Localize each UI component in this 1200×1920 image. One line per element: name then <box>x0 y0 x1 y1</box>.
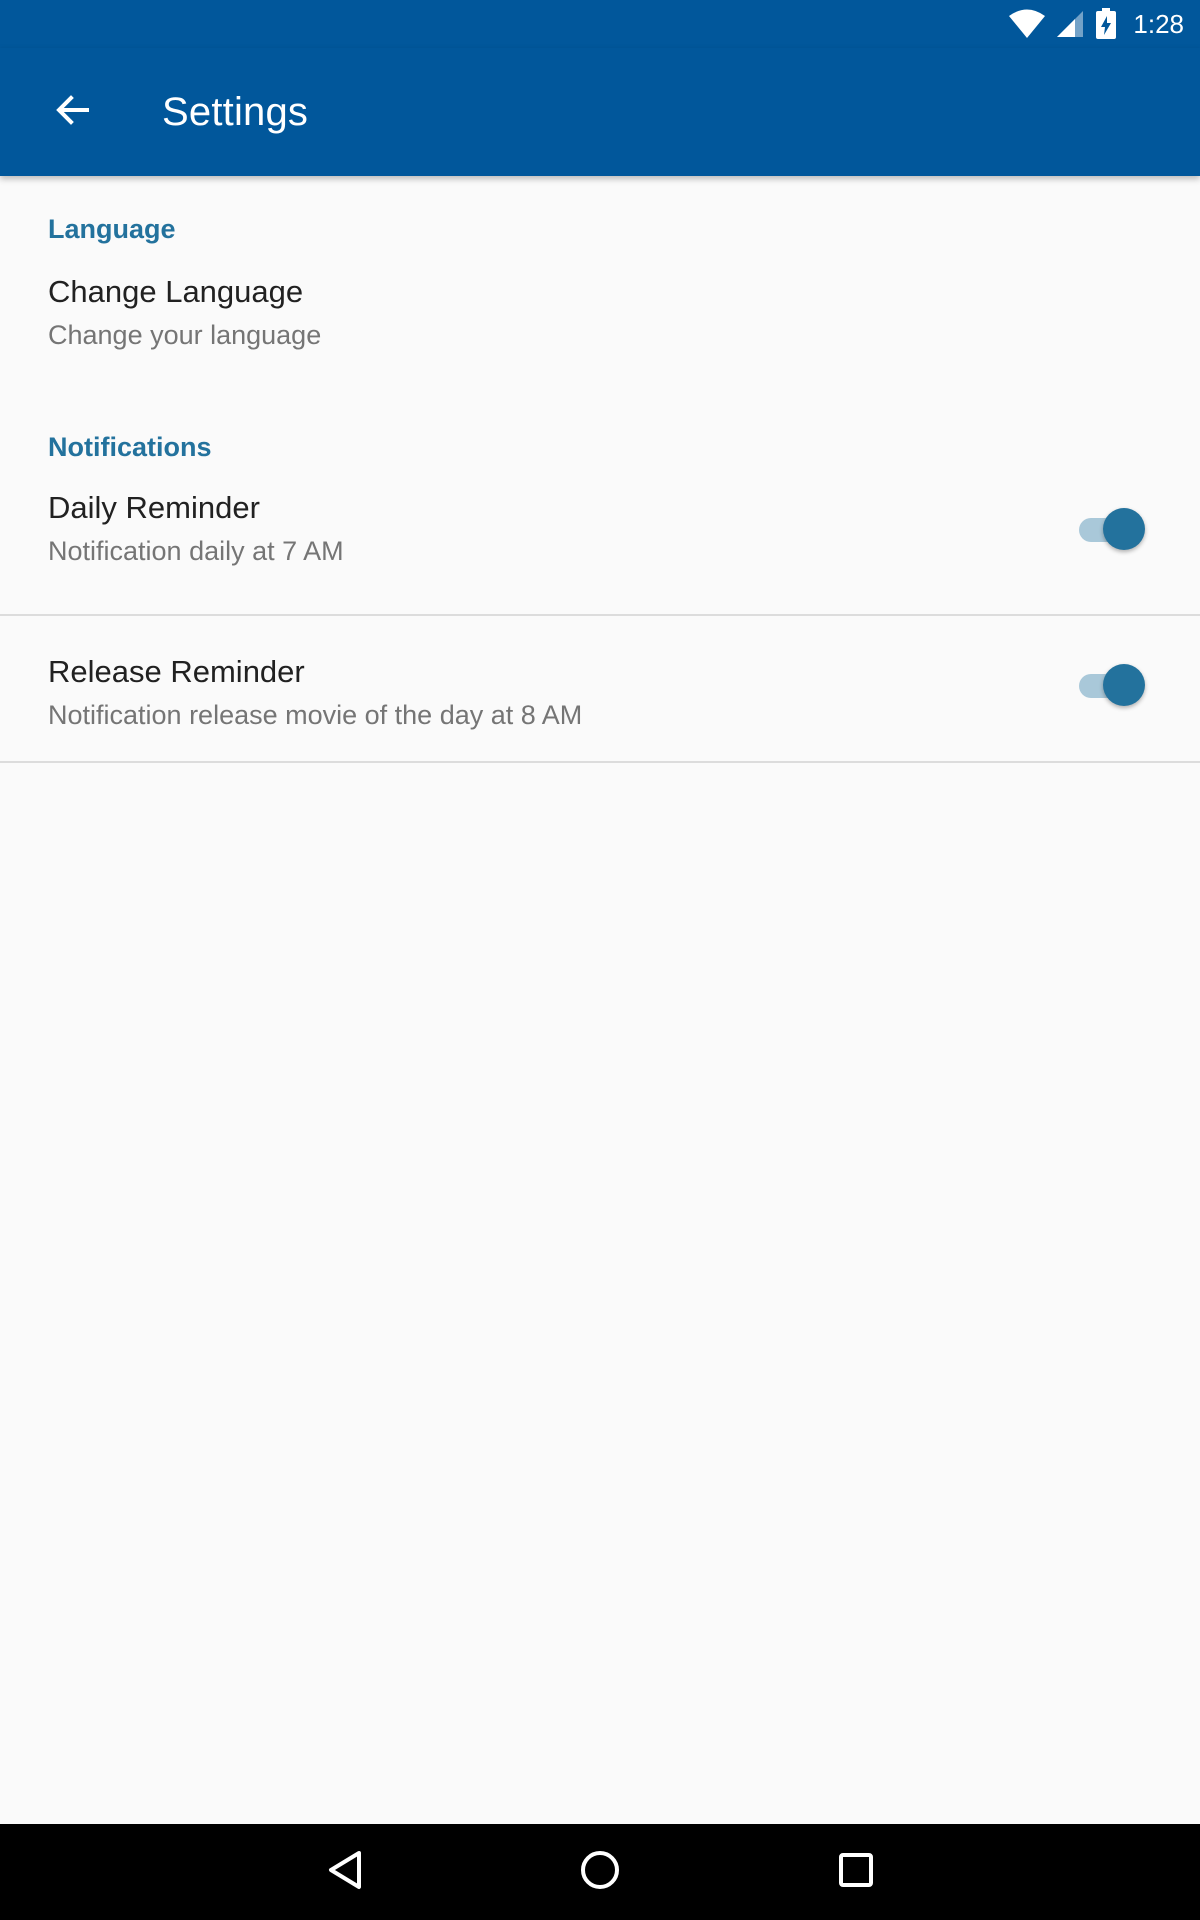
nav-recents-icon <box>837 1851 875 1894</box>
pref-daily-reminder[interactable]: Daily Reminder Notification daily at 7 A… <box>0 480 1200 616</box>
settings-list: Language Change Language Change your lan… <box>0 176 1200 763</box>
pref-summary: Change your language <box>48 320 322 350</box>
wifi-icon <box>1009 9 1046 39</box>
status-time: 1:28 <box>1133 8 1184 39</box>
nav-back-icon <box>325 1849 365 1896</box>
pref-title: Change Language <box>48 274 304 309</box>
status-bar: 1:28 <box>0 0 1200 48</box>
nav-home-icon <box>579 1849 621 1896</box>
pref-summary: Notification daily at 7 AM <box>48 536 344 566</box>
pref-change-language[interactable]: Change Language Change your language <box>0 264 1200 396</box>
battery-charging-icon <box>1095 8 1117 40</box>
daily-reminder-switch[interactable] <box>1079 508 1145 552</box>
release-reminder-switch[interactable] <box>1079 664 1145 708</box>
pref-title: Daily Reminder <box>48 490 260 525</box>
pref-summary: Notification release movie of the day at… <box>48 700 583 730</box>
settings-screen: 1:28 Settings Language Change Language C… <box>0 0 1200 1920</box>
nav-home-button[interactable] <box>552 1824 648 1920</box>
nav-back-button[interactable] <box>297 1824 393 1920</box>
arrow-back-icon <box>54 92 90 133</box>
pref-title: Release Reminder <box>48 654 305 689</box>
system-nav-bar <box>0 1824 1200 1920</box>
pref-release-reminder[interactable]: Release Reminder Notification release mo… <box>0 616 1200 763</box>
cell-signal-icon <box>1055 9 1085 39</box>
page-title: Settings <box>162 89 309 134</box>
section-header-language: Language <box>48 214 176 244</box>
section-header-notifications: Notifications <box>48 432 212 462</box>
nav-recents-button[interactable] <box>808 1824 904 1920</box>
app-bar: Settings <box>0 48 1200 176</box>
switch-thumb <box>1103 508 1145 550</box>
back-button[interactable] <box>24 64 120 160</box>
switch-thumb <box>1103 664 1145 706</box>
